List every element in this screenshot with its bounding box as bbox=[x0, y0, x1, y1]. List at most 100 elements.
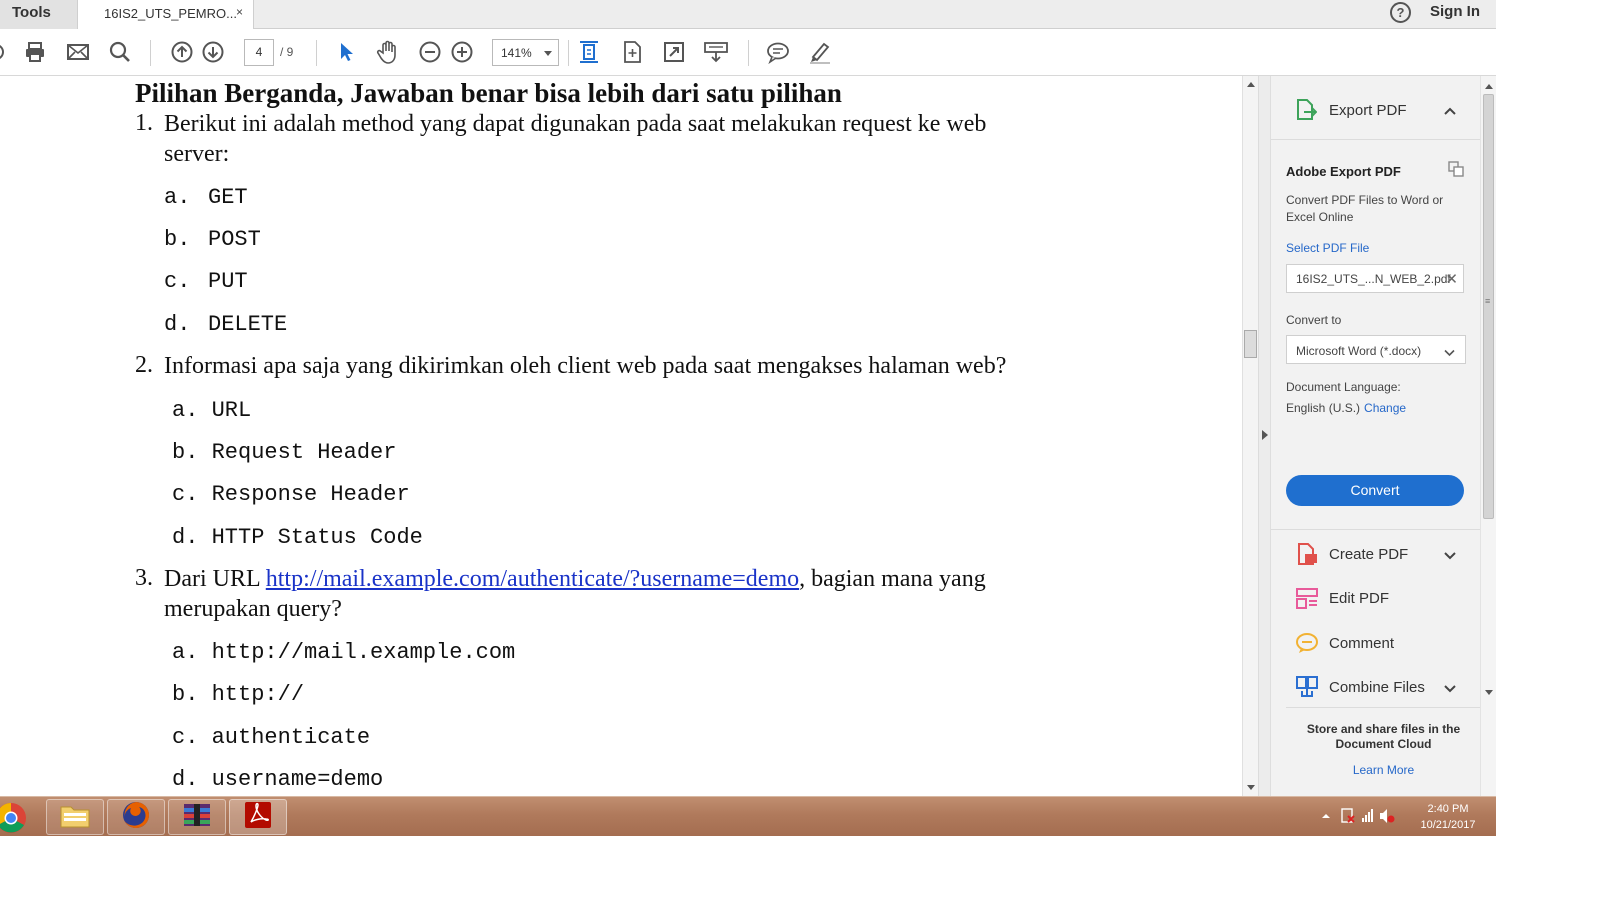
learn-more-link[interactable]: Learn More bbox=[1286, 763, 1481, 777]
tab-tools[interactable]: Tools bbox=[0, 0, 78, 29]
tool-create-pdf[interactable]: Create PDF bbox=[1271, 532, 1481, 576]
fit-page-icon[interactable] bbox=[618, 38, 646, 66]
edit-pdf-icon bbox=[1295, 586, 1319, 615]
question-text: Dari URL http://mail.example.com/authent… bbox=[164, 564, 986, 624]
select-pdf-file-link[interactable]: Select PDF File bbox=[1286, 241, 1369, 255]
save-icon[interactable] bbox=[0, 38, 10, 66]
taskbar: 2:40 PM 10/21/2017 bbox=[0, 796, 1496, 836]
hand-tool-icon[interactable] bbox=[374, 38, 402, 66]
option-letter: c. bbox=[164, 269, 191, 294]
option-text: HTTP Status Code bbox=[211, 525, 423, 550]
change-language-link[interactable]: Change bbox=[1364, 401, 1406, 415]
tool-combine-files[interactable]: Combine Files bbox=[1271, 665, 1481, 709]
tool-comment[interactable]: Comment bbox=[1271, 621, 1481, 665]
combine-files-icon bbox=[1295, 675, 1319, 704]
copy-icon[interactable] bbox=[1448, 161, 1464, 182]
option-letter: a. bbox=[172, 398, 199, 423]
page-total: / 9 bbox=[280, 45, 294, 59]
chevron-down-icon[interactable] bbox=[1443, 548, 1457, 566]
question-line: Informasi apa saja yang dikirimkan oleh … bbox=[164, 353, 1007, 379]
scrollbar-thumb[interactable] bbox=[1483, 94, 1494, 519]
tab-close-icon[interactable]: × bbox=[236, 5, 243, 19]
tool-label: Create PDF bbox=[1329, 546, 1409, 563]
taskbar-acrobat-button[interactable] bbox=[229, 799, 287, 835]
comment-icon[interactable] bbox=[764, 38, 792, 66]
pane-scrollbar[interactable]: ≡ bbox=[1480, 76, 1496, 796]
answer-option: b. POST bbox=[164, 227, 261, 252]
zoom-out-icon[interactable] bbox=[416, 38, 444, 66]
zoom-select[interactable]: 141% bbox=[492, 39, 559, 66]
question-prefix: Dari URL bbox=[164, 566, 266, 592]
document-scrollbar[interactable] bbox=[1242, 76, 1258, 796]
highlight-pen-icon[interactable] bbox=[806, 38, 834, 66]
question-line: server: bbox=[164, 141, 230, 167]
next-page-icon[interactable] bbox=[199, 38, 227, 66]
answer-option: b. Request Header bbox=[172, 440, 396, 465]
scroll-down-icon[interactable] bbox=[1485, 690, 1493, 695]
option-text: authenticate bbox=[211, 725, 371, 750]
full-screen-icon[interactable] bbox=[660, 38, 688, 66]
option-letter: c. bbox=[172, 482, 199, 507]
collapse-pane-icon[interactable] bbox=[1262, 430, 1268, 440]
option-letter: b. bbox=[164, 227, 191, 252]
question-number: 1. bbox=[135, 110, 153, 136]
question-number: 3. bbox=[135, 565, 153, 591]
option-text: DELETE bbox=[208, 312, 288, 337]
read-mode-icon[interactable] bbox=[702, 38, 730, 66]
answer-option: a. GET bbox=[164, 185, 248, 210]
export-pdf-header[interactable]: Export PDF bbox=[1271, 76, 1481, 140]
scroll-down-icon[interactable] bbox=[1247, 785, 1255, 790]
print-icon[interactable] bbox=[21, 38, 49, 66]
select-cursor-icon[interactable] bbox=[332, 38, 360, 66]
selected-file-name: 16IS2_UTS_...N_WEB_2.pdf bbox=[1296, 272, 1451, 286]
question-line: merupakan query? bbox=[164, 596, 342, 622]
pane-toggle[interactable] bbox=[1258, 76, 1270, 796]
option-text: Response Header bbox=[211, 482, 410, 507]
chevron-down-icon[interactable] bbox=[1443, 681, 1457, 699]
taskbar-explorer-button[interactable] bbox=[46, 799, 104, 835]
clear-file-icon[interactable]: ✕ bbox=[1445, 270, 1458, 288]
tab-document-label: 16IS2_UTS_PEMRO... bbox=[104, 6, 237, 21]
option-letter: d. bbox=[172, 767, 199, 792]
selected-file-field[interactable]: 16IS2_UTS_...N_WEB_2.pdf ✕ bbox=[1286, 264, 1464, 293]
answer-option: d. HTTP Status Code bbox=[172, 525, 423, 550]
email-icon[interactable] bbox=[64, 38, 92, 66]
search-icon[interactable] bbox=[106, 38, 134, 66]
folder-icon bbox=[59, 801, 91, 834]
convert-format-select[interactable]: Microsoft Word (*.docx) bbox=[1286, 335, 1466, 364]
sign-in-button[interactable]: Sign In bbox=[1430, 3, 1480, 20]
help-icon[interactable]: ? bbox=[1390, 2, 1411, 23]
toolbar-separator bbox=[748, 40, 749, 66]
chevron-up-icon[interactable] bbox=[1443, 103, 1457, 121]
option-text: Request Header bbox=[211, 440, 397, 465]
chrome-icon[interactable] bbox=[0, 801, 28, 840]
document-page: Pilihan Berganda, Jawaban benar bisa leb… bbox=[0, 76, 1242, 796]
tray-icons[interactable] bbox=[1316, 807, 1396, 825]
question-line: Berikut ini adalah method yang dapat dig… bbox=[164, 111, 987, 137]
zoom-in-icon[interactable] bbox=[448, 38, 476, 66]
convert-button[interactable]: Convert bbox=[1286, 475, 1464, 506]
scroll-up-icon[interactable] bbox=[1247, 82, 1255, 87]
scroll-mode-icon[interactable] bbox=[575, 38, 603, 66]
document-language-value: English (U.S.) bbox=[1286, 401, 1361, 415]
system-clock[interactable]: 2:40 PM 10/21/2017 bbox=[1408, 801, 1488, 833]
question-text: Informasi apa saja yang dikirimkan oleh … bbox=[164, 351, 1006, 381]
option-letter: c. bbox=[172, 725, 199, 750]
document-cloud-text: Store and share files in the Document Cl… bbox=[1306, 722, 1461, 751]
taskbar-firefox-button[interactable] bbox=[107, 799, 165, 835]
panel-description: Convert PDF Files to Word or Excel Onlin… bbox=[1286, 193, 1444, 224]
screen-margin bbox=[0, 836, 1600, 900]
tab-document[interactable]: 16IS2_UTS_PEMRO... × bbox=[78, 0, 254, 30]
document-cloud-promo: Store and share files in the Document Cl… bbox=[1286, 707, 1481, 796]
scrollbar-thumb[interactable] bbox=[1244, 330, 1257, 358]
document-heading: Pilihan Berganda, Jawaban benar bisa leb… bbox=[135, 78, 842, 108]
taskbar-winrar-button[interactable] bbox=[168, 799, 226, 835]
previous-page-icon[interactable] bbox=[168, 38, 196, 66]
option-text: username=demo bbox=[211, 767, 384, 792]
export-pdf-panel: Adobe Export PDF Convert PDF Files to Wo… bbox=[1271, 140, 1481, 530]
query-url-link[interactable]: http://mail.example.com/authenticate/?us… bbox=[266, 566, 799, 592]
tool-edit-pdf[interactable]: Edit PDF bbox=[1271, 576, 1481, 620]
tab-bar: Tools 16IS2_UTS_PEMRO... × ? Sign In bbox=[0, 0, 1496, 30]
page-number-input[interactable]: 4 bbox=[244, 39, 274, 66]
scroll-up-icon[interactable] bbox=[1485, 84, 1493, 89]
